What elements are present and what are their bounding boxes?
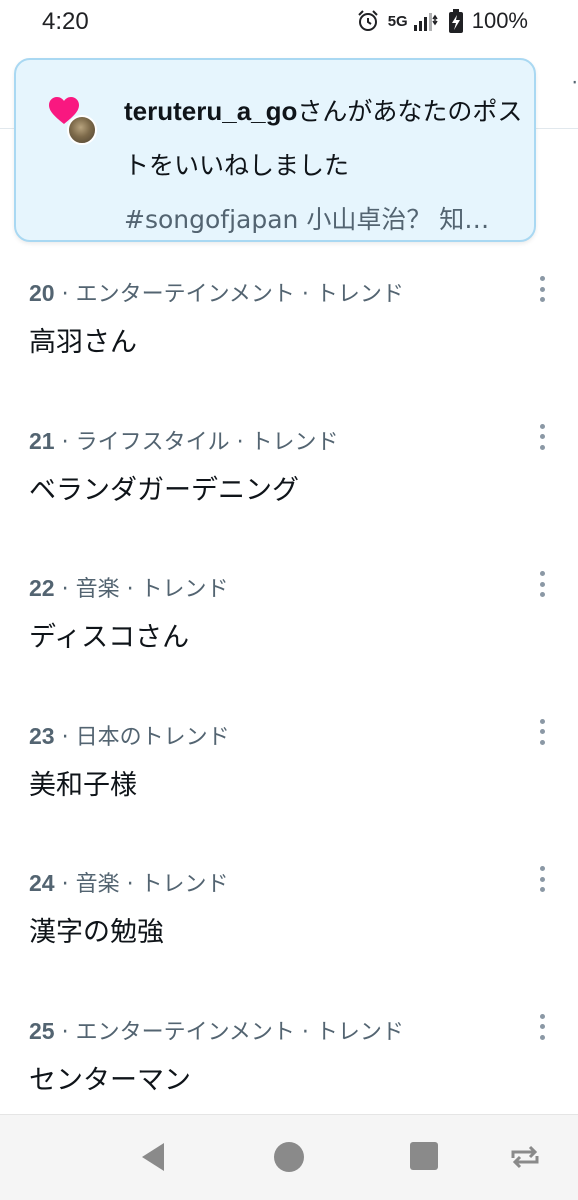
trend-title: 美和子様 [29, 769, 137, 801]
trend-title: 漢字の勉強 [29, 917, 164, 948]
notification-text: teruteru_a_goさんがあなたのポストをいいねしました #songofj… [124, 84, 532, 247]
status-icons: 5G 100% [356, 8, 528, 34]
network-type: 5G [387, 12, 408, 30]
trend-title: ディスコさん [29, 622, 190, 653]
trend-item-21[interactable]: 21 · ライフスタイル · トレンド ベランダガーデニング [0, 410, 578, 558]
recents-icon[interactable] [408, 1140, 440, 1172]
more-options-icon[interactable] [532, 274, 552, 304]
alarm-icon [357, 10, 378, 31]
signal-icon [413, 13, 438, 31]
trend-item-22[interactable]: 22 · 音楽 · トレンド ディスコさん [0, 557, 578, 705]
more-options-icon[interactable] [532, 422, 552, 452]
more-options-icon[interactable] [532, 1012, 552, 1042]
edge-peek: ⋅ [571, 70, 578, 94]
system-nav-bar [0, 1114, 578, 1200]
trend-category: 20 · エンターテインメント · トレンド [29, 280, 404, 307]
trend-category: 21 · ライフスタイル · トレンド [29, 427, 339, 455]
like-notification-toast[interactable]: teruteru_a_goさんがあなたのポストをいいねしました #songofj… [14, 58, 536, 242]
trend-category: 23 · 日本のトレンド [29, 722, 230, 750]
trend-title: センターマン [29, 1064, 191, 1096]
trend-title: 高羽さん [29, 327, 137, 358]
home-icon[interactable] [272, 1140, 306, 1174]
trend-list: 20 · エンターテインメント · トレンド 高羽さん 21 · ライフスタイル… [0, 262, 578, 1147]
more-options-icon[interactable] [532, 569, 552, 599]
trend-title: ベランダガーデニング [29, 474, 299, 506]
notification-username: teruteru_a_go [124, 96, 298, 126]
rotate-icon[interactable] [508, 1140, 542, 1174]
status-bar: 4:20 5G 100% [0, 0, 578, 48]
trend-item-23[interactable]: 23 · 日本のトレンド 美和子様 [0, 705, 578, 853]
avatar [67, 115, 97, 145]
trend-item-20[interactable]: 20 · エンターテインメント · トレンド 高羽さん [0, 262, 578, 410]
battery-level: 100% [471, 8, 528, 33]
battery-icon [448, 9, 463, 33]
trend-category: 24 · 音楽 · トレンド [29, 870, 229, 897]
more-options-icon[interactable] [532, 717, 552, 747]
back-icon[interactable] [138, 1140, 168, 1174]
trend-item-24[interactable]: 24 · 音楽 · トレンド 漢字の勉強 [0, 852, 578, 1000]
more-options-icon[interactable] [532, 864, 552, 894]
trend-category: 22 · 音楽 · トレンド [29, 575, 229, 602]
status-time: 4:20 [42, 8, 89, 35]
notification-preview: #songofjapan 小山卓治？ 知… [124, 205, 490, 234]
trend-category: 25 · エンターテインメント · トレンド [29, 1017, 404, 1045]
